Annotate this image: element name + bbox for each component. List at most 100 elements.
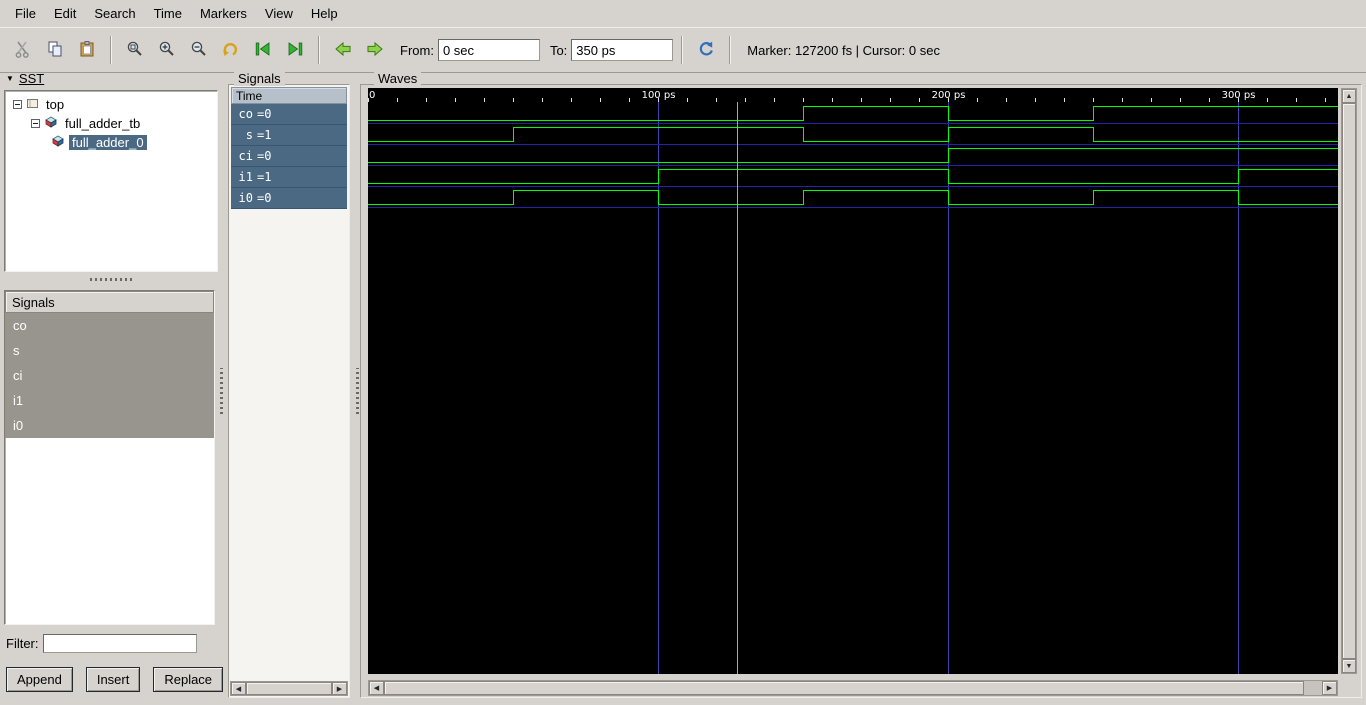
zoom-undo-button[interactable]: [216, 35, 246, 65]
menu-search[interactable]: Search: [85, 1, 144, 26]
toolbar-separator: [110, 36, 112, 64]
zoom-in-button[interactable]: [152, 35, 182, 65]
tree-expander-icon[interactable]: [13, 97, 22, 112]
time-header-label: Time: [236, 88, 263, 103]
waves-hscrollbar[interactable]: ◀ ▶: [368, 680, 1338, 696]
scroll-left-icon[interactable]: ◀: [369, 681, 384, 695]
arrow-left-icon: [333, 39, 353, 62]
reload-button[interactable]: [691, 35, 721, 65]
signal-list-item-s[interactable]: s: [5, 338, 214, 363]
tree-item-top[interactable]: top: [5, 95, 217, 114]
signal-value: =1: [257, 128, 272, 142]
signals-panel: Time co =0 s =1 ci =0 i1 =1 i0 =0: [228, 84, 350, 698]
tree-item-label: top: [46, 97, 65, 112]
svg-text:300 ps: 300 ps: [1222, 90, 1256, 101]
signal-value: =0: [257, 191, 272, 205]
signals-hscrollbar[interactable]: ◀ ▶: [230, 681, 348, 696]
waves-frame-label: Waves: [374, 71, 422, 86]
sst-button-row: Append Insert Replace: [6, 667, 224, 692]
waveform-svg: 0 100 ps 200 ps 300 ps: [368, 90, 1338, 674]
tree-item-full-adder-0[interactable]: full_adder_0: [5, 133, 217, 152]
filter-row: Filter:: [6, 634, 197, 653]
toolbar-separator: [729, 36, 732, 64]
scrollbar-thumb[interactable]: [246, 682, 332, 695]
append-button[interactable]: Append: [6, 667, 73, 692]
signal-list-item-i0[interactable]: i0: [5, 413, 214, 438]
signal-list-item-i1[interactable]: i1: [5, 388, 214, 413]
toolbar: From: To: Marker: 127200 fs | Cursor: 0 …: [0, 27, 1366, 73]
menu-file[interactable]: File: [6, 1, 45, 26]
scroll-down-icon[interactable]: ▼: [1342, 659, 1356, 673]
copy-button[interactable]: [40, 35, 70, 65]
tree-item-full-adder-tb[interactable]: full_adder_tb: [5, 114, 217, 133]
shift-right-button[interactable]: [360, 35, 390, 65]
sst-expander[interactable]: ▼ SST: [6, 71, 44, 86]
fetch-start-button[interactable]: [248, 35, 278, 65]
from-input[interactable]: [437, 39, 540, 61]
signal-list-item-co[interactable]: co: [5, 313, 214, 338]
signal-list-item-ci[interactable]: ci: [5, 363, 214, 388]
signal-name: i1: [238, 170, 253, 184]
signals-list-header: Signals: [5, 291, 214, 313]
scroll-right-icon[interactable]: ▶: [332, 682, 347, 695]
toolbar-separator: [318, 36, 320, 64]
scroll-left-icon[interactable]: ◀: [231, 682, 246, 695]
replace-button[interactable]: Replace: [153, 667, 224, 692]
zoom-out-button[interactable]: [184, 35, 214, 65]
paste-button[interactable]: [72, 35, 102, 65]
scissors-icon: [13, 39, 33, 62]
sst-signals-box: Signals co s ci i1 i0: [4, 290, 215, 625]
menu-help[interactable]: Help: [302, 1, 347, 26]
signal-row-ci[interactable]: ci =0: [231, 146, 347, 167]
signal-row-i1[interactable]: i1 =1: [231, 167, 347, 188]
go-to-end-icon: [285, 39, 305, 62]
to-label: To:: [549, 42, 568, 58]
filter-input[interactable]: [42, 634, 197, 653]
from-label: From:: [400, 42, 434, 58]
insert-button[interactable]: Insert: [85, 667, 141, 692]
scrollbar-thumb[interactable]: [1342, 103, 1356, 659]
waves-vscrollbar[interactable]: ▲ ▼: [1341, 88, 1357, 674]
wave-display[interactable]: 0 100 ps 200 ps 300 ps: [368, 88, 1338, 674]
signal-name: i0: [238, 191, 253, 205]
fetch-end-button[interactable]: [280, 35, 310, 65]
menu-time[interactable]: Time: [145, 1, 191, 26]
zoom-fit-button[interactable]: [120, 35, 150, 65]
signal-row-i0[interactable]: i0 =0: [231, 188, 347, 209]
sst-title: SST: [18, 71, 45, 86]
shift-left-button[interactable]: [328, 35, 358, 65]
horizontal-resize-handle[interactable]: [90, 278, 134, 281]
scope-icon: [26, 97, 39, 112]
copy-icon: [45, 39, 65, 62]
time-header: Time: [231, 87, 347, 104]
svg-text:200 ps: 200 ps: [932, 90, 966, 101]
signal-row-co[interactable]: co =0: [231, 104, 347, 125]
svg-text:0: 0: [369, 90, 375, 101]
scroll-up-icon[interactable]: ▲: [1342, 89, 1356, 103]
signals-list-title: Signals: [12, 294, 55, 310]
signal-value: =0: [257, 107, 272, 121]
cut-button[interactable]: [8, 35, 38, 65]
scroll-right-icon[interactable]: ▶: [1322, 681, 1337, 695]
menu-view[interactable]: View: [256, 1, 302, 26]
module-icon: [44, 116, 58, 131]
sst-tree: top full_adder_tb full_adder_0: [4, 90, 218, 272]
pane-resize-handle-right[interactable]: [356, 368, 359, 414]
signal-row-s[interactable]: s =1: [231, 125, 347, 146]
arrow-right-icon: [365, 39, 385, 62]
signal-name: ci: [238, 149, 253, 163]
tree-item-label-selected: full_adder_0: [69, 135, 147, 150]
scrollbar-thumb[interactable]: [384, 681, 1304, 695]
zoom-in-icon: [157, 39, 177, 62]
menu-bar: File Edit Search Time Markers View Help: [0, 0, 1366, 27]
pane-resize-handle-left[interactable]: [220, 368, 223, 414]
svg-text:100 ps: 100 ps: [642, 90, 676, 101]
marker-cursor-status: Marker: 127200 fs | Cursor: 0 sec: [747, 42, 940, 58]
menu-markers[interactable]: Markers: [191, 1, 256, 26]
signal-name: s: [245, 128, 253, 142]
to-input[interactable]: [571, 39, 674, 61]
tree-expander-icon[interactable]: [31, 116, 40, 131]
signal-value: =0: [257, 149, 272, 163]
menu-edit[interactable]: Edit: [45, 1, 85, 26]
reload-icon: [696, 39, 716, 62]
